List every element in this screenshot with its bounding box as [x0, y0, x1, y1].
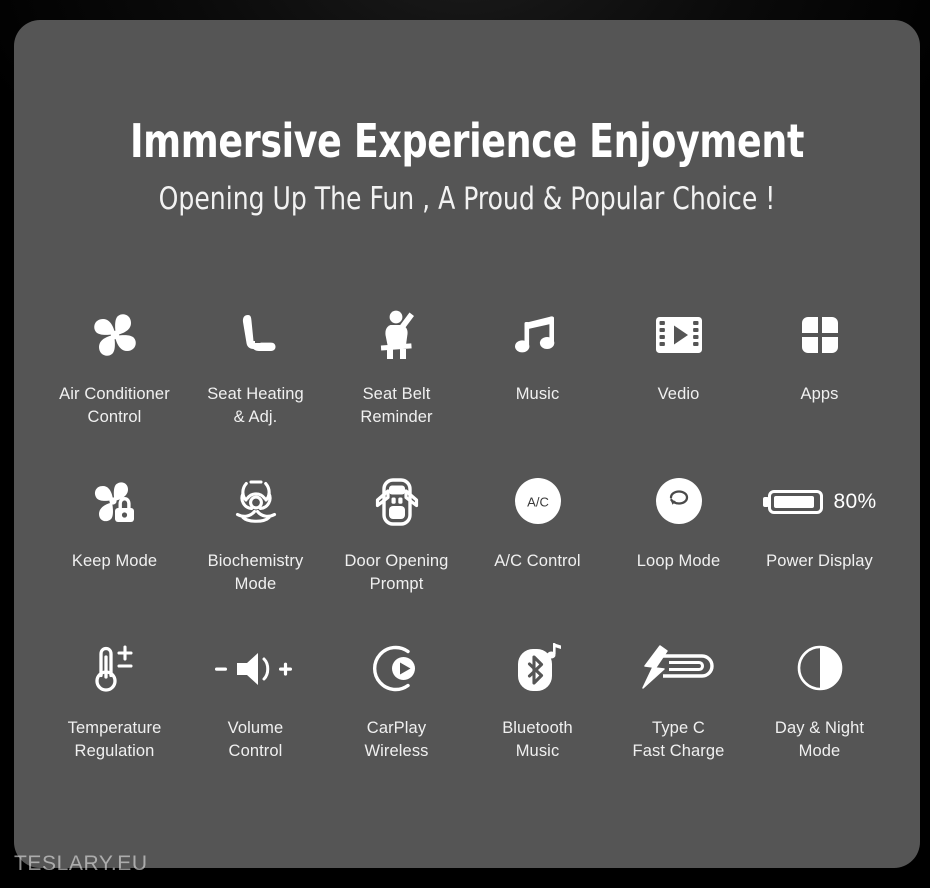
- feature-label: CarPlay Wireless: [364, 719, 429, 760]
- car-doors-open-icon: [365, 466, 429, 538]
- feature-item-music[interactable]: Music: [467, 299, 608, 466]
- feature-label: Temperature Regulation: [67, 719, 162, 760]
- volume-icon: [211, 633, 301, 705]
- feature-card: Immersive Experience Enjoyment Opening U…: [14, 20, 920, 868]
- battery-icon: [762, 487, 825, 517]
- apps-grid-icon: [788, 299, 852, 371]
- thermometer-plus-minus-icon: [83, 633, 147, 705]
- screenshot-root: Immersive Experience Enjoyment Opening U…: [0, 0, 930, 888]
- feature-item-biochemistry-mode[interactable]: Biochemistry Mode: [185, 466, 326, 633]
- feature-item-air-conditioner-control[interactable]: Air Conditioner Control: [44, 299, 185, 466]
- loop-circle-icon: [647, 466, 711, 538]
- bluetooth-music-icon: [506, 633, 570, 705]
- biohazard-icon: [224, 466, 288, 538]
- feature-label: Biochemistry Mode: [207, 552, 304, 593]
- feature-label: Volume Control: [227, 719, 284, 760]
- feature-label: Apps: [800, 385, 839, 403]
- feature-item-volume-control[interactable]: Volume Control: [185, 633, 326, 800]
- ac-circle-icon: A/C: [506, 466, 570, 538]
- feature-label: Type C Fast Charge: [632, 719, 725, 760]
- feature-label: Vedio: [657, 385, 700, 403]
- feature-item-ac-control[interactable]: A/C A/C Control: [467, 466, 608, 633]
- feature-item-temperature-regulation[interactable]: Temperature Regulation: [44, 633, 185, 800]
- feature-item-keep-mode[interactable]: Keep Mode: [44, 466, 185, 633]
- feature-label: Power Display: [766, 552, 873, 570]
- feature-label: Air Conditioner Control: [59, 385, 170, 426]
- header-block: Immersive Experience Enjoyment Opening U…: [14, 20, 920, 218]
- usb-c-bolt-icon: [636, 633, 722, 705]
- feature-item-door-opening-prompt[interactable]: Door Opening Prompt: [326, 466, 467, 633]
- day-night-icon: [788, 633, 852, 705]
- feature-item-day-night-mode[interactable]: Day & Night Mode: [749, 633, 890, 800]
- feature-item-apps[interactable]: Apps: [749, 299, 890, 466]
- feature-label: Seat Heating & Adj.: [207, 385, 304, 426]
- music-note-icon: [506, 299, 570, 371]
- feature-grid: Air Conditioner Control Seat Heating & A…: [44, 299, 890, 800]
- feature-label: A/C Control: [494, 552, 581, 570]
- feature-item-vedio[interactable]: Vedio: [608, 299, 749, 466]
- car-seat-icon: [224, 299, 288, 371]
- feature-item-loop-mode[interactable]: Loop Mode: [608, 466, 749, 633]
- feature-label: Keep Mode: [71, 552, 158, 570]
- ac-icon-text: A/C: [527, 495, 549, 510]
- carplay-icon: [365, 633, 429, 705]
- feature-item-seat-heating-adj[interactable]: Seat Heating & Adj.: [185, 299, 326, 466]
- page-title: Immersive Experience Enjoyment: [129, 114, 805, 168]
- feature-label: Music: [515, 385, 560, 403]
- seatbelt-icon: [365, 299, 429, 371]
- feature-label: Bluetooth Music: [502, 719, 573, 760]
- feature-label: Seat Belt Reminder: [360, 385, 433, 426]
- film-play-icon: [647, 299, 711, 371]
- feature-item-power-display[interactable]: 80% Power Display: [749, 466, 890, 633]
- feature-label: Door Opening Prompt: [344, 552, 449, 593]
- feature-item-bluetooth-music[interactable]: Bluetooth Music: [467, 633, 608, 800]
- feature-item-carplay-wireless[interactable]: CarPlay Wireless: [326, 633, 467, 800]
- feature-item-seat-belt-reminder[interactable]: Seat Belt Reminder: [326, 299, 467, 466]
- battery-percentage: 80%: [833, 490, 877, 513]
- fan-icon: [83, 299, 147, 371]
- page-subtitle: Opening Up The Fun , A Proud & Popular C…: [158, 180, 776, 217]
- feature-label: Day & Night Mode: [774, 719, 865, 760]
- feature-label: Loop Mode: [636, 552, 721, 570]
- feature-item-type-c-fast-charge[interactable]: Type C Fast Charge: [608, 633, 749, 800]
- fan-lock-icon: [83, 466, 147, 538]
